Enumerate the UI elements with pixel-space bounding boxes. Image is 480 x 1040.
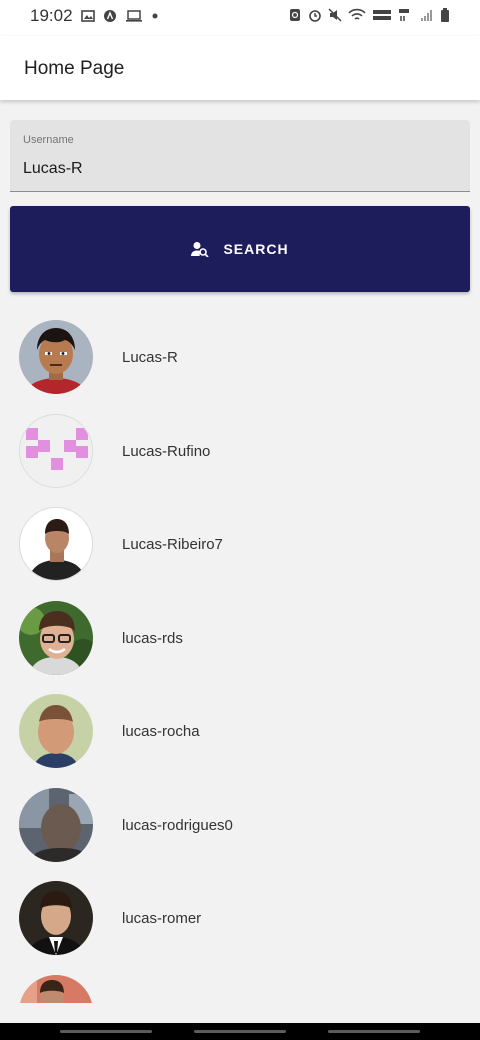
search-button[interactable]: SEARCH	[10, 206, 470, 292]
laptop-icon	[125, 10, 142, 22]
list-item[interactable]	[0, 966, 480, 1003]
status-time: 19:02	[30, 6, 73, 25]
recycle-icon	[290, 9, 300, 21]
list-item[interactable]: lucas-romer	[0, 872, 480, 966]
username-label: Lucas-Ribeiro7	[122, 536, 223, 553]
avatar	[19, 600, 93, 675]
person-search-icon	[191, 242, 210, 257]
list-item[interactable]: Lucas-R	[0, 311, 480, 405]
avatar	[19, 881, 93, 955]
username-label: lucas-rocha	[122, 723, 200, 740]
app-notification-icon	[103, 10, 116, 22]
list-item[interactable]: Lucas-Ribeiro7	[0, 498, 480, 592]
list-item[interactable]: Lucas-Rufino	[0, 405, 480, 499]
username-field[interactable]: Username Lucas-R	[10, 120, 470, 192]
username-label: lucas-rds	[122, 629, 183, 647]
avatar	[19, 320, 93, 394]
battery-icon	[441, 8, 449, 22]
user-list[interactable]: Lucas-R Lucas-Rufino Lucas-Ribeiro7 luca…	[0, 311, 480, 1003]
list-item[interactable]: lucas-rds	[0, 592, 480, 686]
app-bar: Home Page	[0, 36, 480, 100]
wifi-icon	[348, 8, 366, 20]
avatar	[19, 507, 93, 581]
home-button[interactable]	[194, 1030, 286, 1033]
avatar	[19, 974, 93, 1003]
avatar	[19, 694, 93, 768]
search-button-label: SEARCH	[223, 241, 289, 257]
username-label: lucas-rodrigues0	[122, 816, 233, 834]
system-nav-bar	[0, 1023, 480, 1040]
avatar	[19, 413, 93, 488]
username-label: lucas-romer	[122, 910, 202, 927]
back-button[interactable]	[328, 1030, 420, 1033]
list-item[interactable]: lucas-rodrigues0	[0, 779, 480, 873]
gallery-icon	[80, 10, 95, 22]
mute-icon	[328, 8, 342, 22]
page-title: Home Page	[24, 58, 125, 79]
signal-4g-icon	[399, 9, 409, 21]
recent-apps-button[interactable]	[60, 1030, 152, 1033]
alarm-icon	[309, 10, 321, 22]
username-label: Username	[23, 134, 74, 146]
list-item[interactable]: lucas-rocha	[0, 685, 480, 779]
volte-icon	[373, 10, 391, 20]
username-label: Lucas-R	[122, 349, 178, 366]
username-input[interactable]: Lucas-R	[23, 160, 83, 178]
cell-signal-icon	[421, 10, 432, 21]
status-bar: 19:02	[0, 0, 480, 36]
avatar	[19, 787, 93, 862]
dot-icon	[152, 13, 158, 19]
username-label: Lucas-Rufino	[122, 442, 211, 460]
